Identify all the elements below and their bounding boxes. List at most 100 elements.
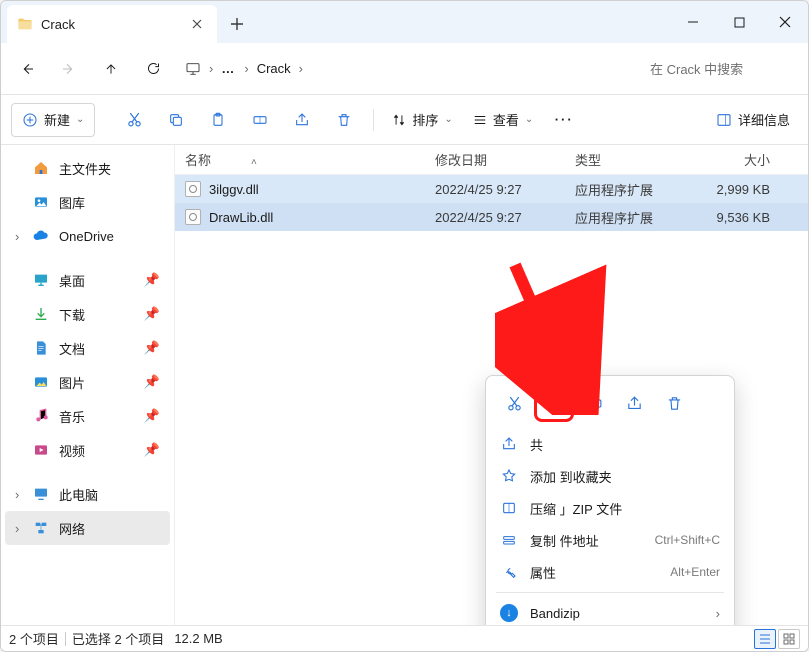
pc-icon	[33, 486, 49, 502]
view-details-button[interactable]	[754, 629, 776, 649]
ellipsis-icon: ···	[555, 112, 574, 127]
ctx-item-copypath[interactable]: 复制 件地址 Ctrl+Shift+C	[490, 524, 730, 556]
rename-button[interactable]	[241, 103, 279, 137]
pin-icon: 📌	[144, 374, 160, 390]
pin-icon: 📌	[144, 306, 160, 322]
tab-title: Crack	[41, 17, 75, 32]
column-size[interactable]: 大小	[690, 150, 770, 169]
refresh-button[interactable]	[135, 51, 171, 87]
sidebar-item-pictures[interactable]: 图片 📌	[5, 365, 170, 399]
ctx-copy-button[interactable]	[536, 386, 572, 420]
sidebar-item-documents[interactable]: 文档 📌	[5, 331, 170, 365]
copy-button[interactable]	[157, 103, 195, 137]
chevron-down-icon: ⌄	[444, 114, 452, 125]
dll-file-icon	[185, 209, 201, 225]
share-button[interactable]	[283, 103, 321, 137]
navigation-sidebar: 主文件夹 图库 OneDrive 桌面 📌 下载 📌	[1, 145, 175, 625]
window-tab[interactable]: Crack	[7, 5, 217, 43]
column-type[interactable]: 类型	[575, 150, 690, 169]
share-icon	[500, 436, 518, 452]
dll-file-icon	[185, 181, 201, 197]
forward-button[interactable]	[51, 51, 87, 87]
context-menu: 共 添加 到收藏夹 压缩 」ZIP 文件 复制 件地址 Ctrl+Shift+C	[485, 375, 735, 625]
maximize-button[interactable]	[716, 1, 762, 43]
back-button[interactable]	[9, 51, 45, 87]
bandizip-icon: ↓	[500, 604, 518, 622]
breadcrumb[interactable]: › … › Crack ›	[177, 51, 634, 87]
column-name[interactable]: 名称˄	[185, 150, 435, 169]
sidebar-item-videos[interactable]: 视频 📌	[5, 433, 170, 467]
sidebar-item-onedrive[interactable]: OneDrive	[5, 219, 170, 253]
copypath-icon	[500, 532, 518, 548]
sort-button[interactable]: 排序 ⌄	[384, 103, 460, 137]
sidebar-item-home[interactable]: 主文件夹	[5, 151, 170, 185]
close-button[interactable]	[762, 1, 808, 43]
sidebar-item-downloads[interactable]: 下载 📌	[5, 297, 170, 331]
status-count: 2 个项目	[9, 629, 59, 648]
up-button[interactable]	[93, 51, 129, 87]
table-row[interactable]: DrawLib.dll 2022/4/25 9:27 应用程序扩展 9,536 …	[175, 203, 808, 231]
details-pane-button[interactable]: 详细信息	[708, 103, 798, 137]
delete-button[interactable]	[325, 103, 363, 137]
plus-circle-icon	[22, 112, 38, 128]
pictures-icon	[33, 374, 49, 390]
view-large-button[interactable]	[778, 629, 800, 649]
wrench-icon	[500, 564, 518, 580]
sidebar-item-network[interactable]: 网络	[5, 511, 170, 545]
tab-close-icon[interactable]	[191, 18, 203, 30]
ellipsis-icon[interactable]: …	[221, 61, 236, 76]
ctx-item-zip[interactable]: 压缩 」ZIP 文件	[490, 492, 730, 524]
ctx-rename-button[interactable]	[576, 386, 612, 420]
gallery-icon	[33, 194, 49, 210]
desktop-icon	[33, 272, 49, 288]
chevron-right-icon: ›	[244, 61, 248, 76]
table-row[interactable]: 3ilggv.dll 2022/4/25 9:27 应用程序扩展 2,999 K…	[175, 175, 808, 203]
pin-icon: 📌	[144, 442, 160, 458]
sort-icon	[392, 113, 406, 127]
ctx-item-share[interactable]: 共	[490, 428, 730, 460]
window-controls	[670, 1, 808, 43]
titlebar: Crack	[1, 1, 808, 43]
sidebar-item-gallery[interactable]: 图库	[5, 185, 170, 219]
new-tab-button[interactable]	[217, 5, 257, 43]
view-button[interactable]: 查看 ⌄	[465, 103, 541, 137]
ctx-item-favorite[interactable]: 添加 到收藏夹	[490, 460, 730, 492]
music-icon	[33, 408, 49, 424]
status-bar: 2 个项目 已选择 2 个项目 12.2 MB	[1, 625, 808, 651]
view-icon	[473, 113, 487, 127]
ctx-item-properties[interactable]: 属性 Alt+Enter	[490, 556, 730, 588]
star-icon	[500, 468, 518, 484]
sidebar-item-desktop[interactable]: 桌面 📌	[5, 263, 170, 297]
address-bar: › … › Crack › 在 Crack 中搜索	[1, 43, 808, 95]
chevron-down-icon: ⌄	[76, 114, 84, 125]
monitor-icon	[185, 61, 201, 77]
chevron-right-icon: ›	[299, 61, 303, 76]
sort-asc-icon: ˄	[251, 157, 257, 168]
chevron-right-icon: ›	[209, 61, 213, 76]
column-headers[interactable]: 名称˄ 修改日期 类型 大小	[175, 145, 808, 175]
new-button[interactable]: 新建 ⌄	[11, 103, 95, 137]
more-button[interactable]: ···	[545, 103, 583, 137]
chevron-down-icon: ⌄	[525, 114, 533, 125]
ctx-cut-button[interactable]	[496, 386, 532, 420]
breadcrumb-current[interactable]: Crack	[257, 61, 291, 76]
sidebar-item-music[interactable]: 音乐 📌	[5, 399, 170, 433]
sidebar-item-thispc[interactable]: 此电脑	[5, 477, 170, 511]
column-date[interactable]: 修改日期	[435, 150, 575, 169]
command-toolbar: 新建 ⌄ 排序 ⌄ 查看 ⌄ ··· 详细信息	[1, 95, 808, 145]
ctx-item-bandizip[interactable]: ↓ Bandizip ›	[490, 597, 730, 625]
status-size: 12.2 MB	[174, 631, 222, 646]
paste-button[interactable]	[199, 103, 237, 137]
ctx-share-button[interactable]	[616, 386, 652, 420]
search-input[interactable]: 在 Crack 中搜索	[640, 52, 800, 86]
documents-icon	[33, 340, 49, 356]
folder-icon	[17, 16, 33, 32]
chevron-right-icon: ›	[716, 606, 720, 621]
network-icon	[33, 520, 49, 536]
downloads-icon	[33, 306, 49, 322]
status-selected: 已选择 2 个项目	[72, 629, 164, 648]
ctx-delete-button[interactable]	[656, 386, 692, 420]
cut-button[interactable]	[115, 103, 153, 137]
minimize-button[interactable]	[670, 1, 716, 43]
videos-icon	[33, 442, 49, 458]
